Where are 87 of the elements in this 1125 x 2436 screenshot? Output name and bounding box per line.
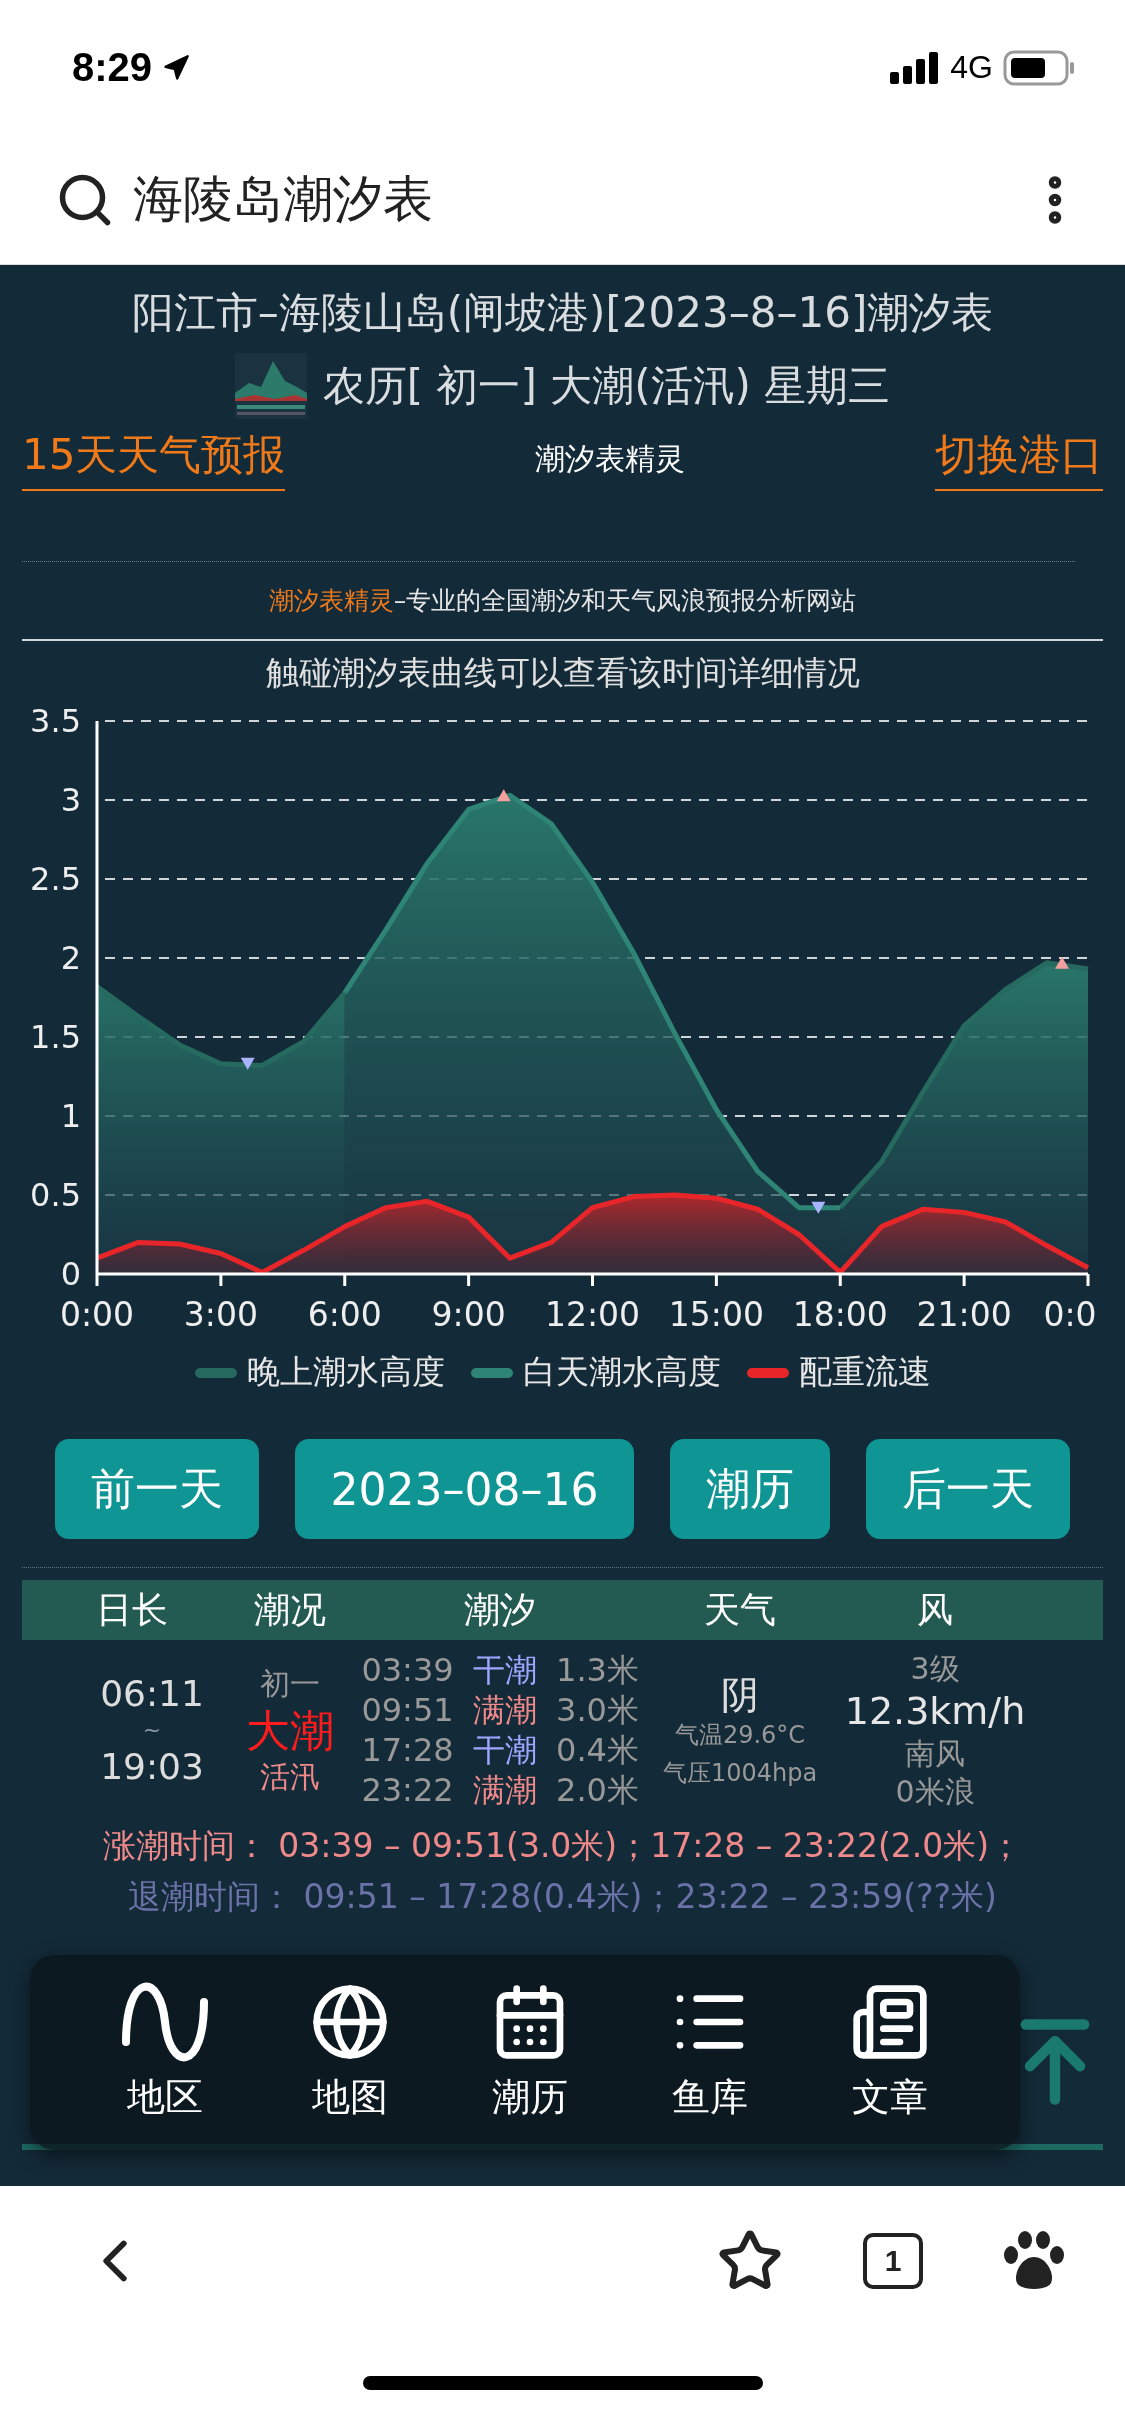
- y-tick-label: 3: [60, 781, 81, 819]
- signal-icon: [890, 51, 941, 84]
- high-tide-marker: [1055, 956, 1069, 969]
- x-tick-label: 18:00: [792, 1295, 888, 1334]
- menu-item[interactable]: 地图: [304, 1981, 396, 2124]
- y-tick-label: 2: [60, 939, 81, 977]
- tide-type: 干潮: [473, 1650, 537, 1690]
- nav-button[interactable]: 2023–08–16: [294, 1439, 635, 1539]
- wave-height: 0米浪: [895, 1772, 975, 1810]
- weather-forecast-link[interactable]: 15天天气预报: [22, 427, 286, 491]
- site-name: 潮汐表精灵: [535, 439, 686, 478]
- legend-label: 晚上潮水高度: [246, 1351, 445, 1393]
- x-tick-label: 0:0: [1043, 1295, 1097, 1334]
- network-label: 4G: [950, 49, 993, 86]
- location-arrow-icon: [162, 53, 191, 82]
- menu-item[interactable]: 潮历: [484, 1981, 576, 2124]
- tide-type: 满潮: [473, 1690, 537, 1730]
- wind-direction: 南风: [905, 1735, 965, 1773]
- low-tide-marker: [240, 1057, 255, 1070]
- nav-button[interactable]: 前一天: [54, 1439, 259, 1539]
- pressure: 气压1004hpa: [662, 1757, 818, 1788]
- y-tick-label: 1.5: [30, 1018, 81, 1056]
- tide-time: 23:22: [361, 1770, 454, 1810]
- wave-icon: [120, 1982, 210, 2062]
- temperature: 气温29.6°C: [674, 1719, 806, 1750]
- tide-level: 大潮: [246, 1703, 334, 1758]
- tab-count[interactable]: 1: [863, 2233, 923, 2289]
- column-header: 潮况: [253, 1587, 327, 1632]
- tide-height: 2.0米: [556, 1770, 639, 1810]
- x-tick-label: 0:00: [59, 1295, 135, 1334]
- column-header: 潮汐: [463, 1587, 537, 1632]
- column-header: 日长: [95, 1587, 169, 1632]
- y-tick-label: 3.5: [30, 702, 81, 740]
- column-header: 风: [916, 1587, 954, 1632]
- tide-type: 满潮: [473, 1770, 537, 1810]
- x-tick-label: 9:00: [431, 1295, 506, 1334]
- sunrise-time: 06:11: [100, 1672, 204, 1717]
- wind-speed: 12.3km/h: [844, 1687, 1026, 1735]
- legend-swatch: [194, 1367, 237, 1378]
- search-query: 海陵岛潮汐表: [133, 169, 434, 230]
- menu-item[interactable]: 鱼库: [664, 1981, 756, 2124]
- tide-time: 17:28: [361, 1730, 454, 1770]
- nav-button[interactable]: 潮历: [670, 1439, 831, 1539]
- tide-height: 3.0米: [556, 1690, 639, 1730]
- tide-height: 1.3米: [556, 1650, 639, 1690]
- tide-phase: 活汛: [260, 1757, 320, 1795]
- rising-tide-times: 涨潮时间： 03:39 – 09:51(3.0米)；17:28 – 23:22(2.0米)；: [101, 1825, 1024, 1867]
- tide-time: 09:51: [361, 1690, 454, 1730]
- y-tick-label: 2.5: [30, 860, 81, 898]
- y-tick-label: 0.5: [30, 1176, 81, 1214]
- site-link[interactable]: 潮汐表精灵: [268, 586, 394, 615]
- lunar-date: 农历[ 初一] 大潮(活汛) 星期三: [322, 360, 891, 412]
- legend-label: 配重流速: [798, 1351, 931, 1393]
- chart-hint: 触碰潮汐表曲线可以查看该时间详细情况: [264, 652, 861, 694]
- newspaper-icon: [850, 1982, 930, 2062]
- high-tide-marker: [496, 789, 511, 802]
- column-header: 天气: [703, 1587, 777, 1632]
- legend-swatch: [470, 1367, 513, 1378]
- switch-port-link[interactable]: 切换港口: [935, 427, 1103, 491]
- nav-button[interactable]: 后一天: [866, 1439, 1071, 1539]
- paw-icon: [1003, 2231, 1065, 2291]
- falling-tide-times: 退潮时间： 09:51 – 17:28(0.4米)；23:22 – 23:59(??米): [127, 1876, 998, 1918]
- page-title: 阳江市–海陵山岛(闸坡港)[2023–8–16]潮汐表: [130, 287, 995, 339]
- legend-swatch: [746, 1367, 789, 1378]
- tide-type: 干潮: [473, 1730, 537, 1770]
- site-tagline: 潮汐表精灵–专业的全国潮汐和天气风浪预报分析网站: [267, 585, 858, 617]
- clock-time: 8:29: [72, 45, 153, 90]
- x-tick-label: 3:00: [183, 1295, 258, 1334]
- x-tick-label: 15:00: [668, 1295, 764, 1334]
- weather-condition: 阴: [721, 1672, 759, 1720]
- battery-icon: [1003, 49, 1075, 86]
- menu-item[interactable]: 地区: [114, 1981, 216, 2124]
- tide-time: 03:39: [361, 1650, 454, 1690]
- sunset-time: 19:03: [100, 1744, 204, 1789]
- separator: ~: [142, 1716, 162, 1744]
- legend-label: 白天潮水高度: [522, 1351, 721, 1393]
- y-tick-label: 0: [60, 1255, 81, 1293]
- wind-level: 3级: [910, 1650, 960, 1688]
- x-tick-label: 6:00: [307, 1295, 382, 1334]
- menu-item[interactable]: 文章: [844, 1981, 936, 2124]
- x-tick-label: 12:00: [544, 1295, 641, 1334]
- lunar-day: 初一: [260, 1665, 320, 1703]
- low-tide-marker: [811, 1201, 826, 1214]
- globe-icon: [310, 1982, 390, 2062]
- x-tick-label: 21:00: [916, 1295, 1012, 1334]
- tide-height: 0.4米: [556, 1730, 639, 1770]
- y-tick-label: 1: [60, 1097, 81, 1135]
